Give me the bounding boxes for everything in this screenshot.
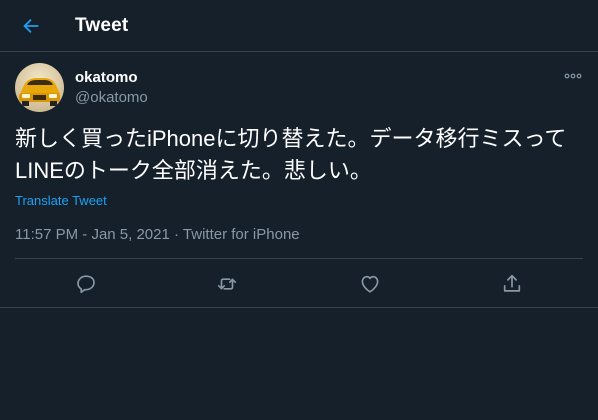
retweet-button[interactable] <box>214 271 240 297</box>
share-icon <box>503 274 521 292</box>
like-button[interactable] <box>357 271 383 297</box>
translate-tweet-link[interactable]: Translate Tweet <box>15 193 107 208</box>
reply-button[interactable] <box>73 271 99 297</box>
author-handle[interactable]: @okatomo <box>75 89 148 106</box>
more-dots-icon <box>564 73 582 79</box>
tweet-source[interactable]: Twitter for iPhone <box>183 226 300 243</box>
tweet-text: 新しく買ったiPhoneに切り替えた。データ移行ミスってLINEのトーク全部消え… <box>15 126 567 183</box>
back-button[interactable] <box>14 9 48 43</box>
meta-separator: · <box>174 226 180 243</box>
heart-icon <box>361 275 379 293</box>
divider <box>0 307 598 308</box>
tweet-meta: 11:57 PM - Jan 5, 2021 · Twitter for iPh… <box>15 226 300 243</box>
tweet-date[interactable]: Jan 5, 2021 <box>91 226 169 243</box>
tweet-actions <box>15 259 583 307</box>
more-options-button[interactable] <box>558 64 588 88</box>
tweet-time[interactable]: 11:57 PM <box>15 226 78 243</box>
page-title: Tweet <box>75 15 129 36</box>
car-avatar-icon <box>15 63 64 112</box>
share-button[interactable] <box>499 271 525 297</box>
page-header: Tweet <box>0 0 598 52</box>
reply-icon <box>77 275 95 294</box>
retweet-icon <box>217 278 237 290</box>
author-display-name[interactable]: okatomo <box>75 69 138 86</box>
arrow-left-icon <box>23 18 39 34</box>
avatar[interactable] <box>15 63 64 112</box>
